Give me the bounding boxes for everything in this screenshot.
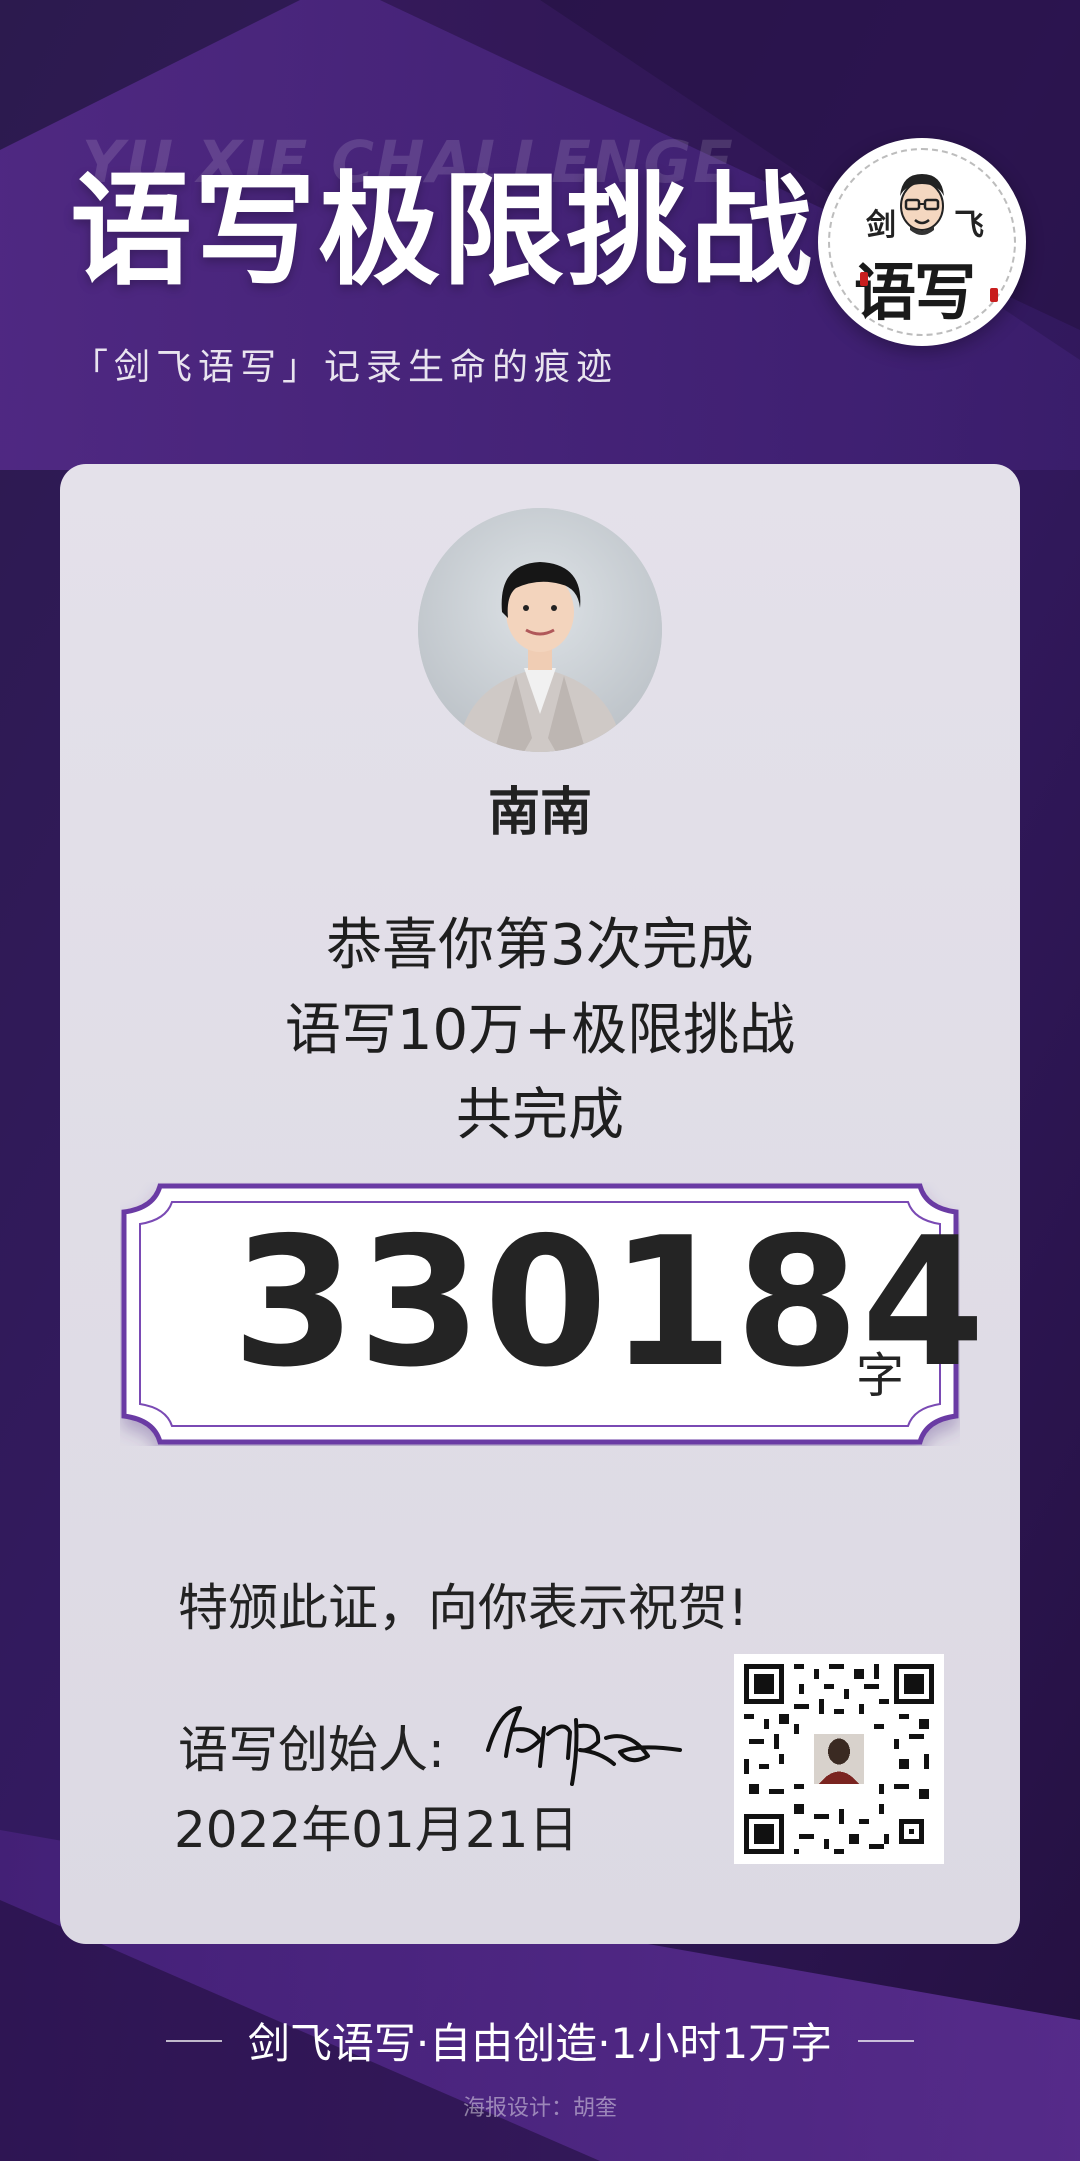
signature-icon [486, 1706, 682, 1786]
certificate-text: 特颁此证，向你表示祝贺! [178, 1579, 749, 1637]
message-line-1: 恭喜你第3次完成 [326, 913, 754, 978]
logo-main-text: 语写 [854, 256, 976, 329]
user-name: 南南 [487, 783, 592, 843]
qr-code-icon [734, 1654, 944, 1864]
qr-code[interactable] [734, 1654, 944, 1864]
slogan-divider-left [165, 2039, 222, 2042]
message-line-3: 共完成 [456, 1083, 624, 1148]
total-word-unit: 字 [856, 1348, 905, 1404]
logo-char-right: 飞 [954, 208, 984, 243]
design-credit: 海报设计：胡奎 [462, 2096, 617, 2121]
logo-red-mark [860, 272, 868, 286]
footer-slogan-row: 剑飞语写·自由创造·1小时1万字 [0, 2010, 1080, 2071]
avatar-portrait-icon [418, 508, 662, 752]
slogan-divider-right [858, 2039, 915, 2042]
footer-slogan: 剑飞语写·自由创造·1小时1万字 [247, 2019, 833, 2068]
page-subtitle: 「剑飞语写」记录生命的痕迹 [72, 347, 619, 388]
founder-label: 语写创始人: [178, 1721, 445, 1779]
logo-red-mark [990, 288, 998, 302]
message-line-2: 语写10万+极限挑战 [284, 998, 796, 1063]
page-title: 语写极限挑战 [70, 160, 814, 302]
avatar [418, 508, 662, 752]
logo-char-left: 剑 [866, 208, 896, 243]
brand-logo: 剑 飞 语写 [818, 138, 1026, 346]
certificate-date: 2022年01月21日 [174, 1801, 579, 1859]
